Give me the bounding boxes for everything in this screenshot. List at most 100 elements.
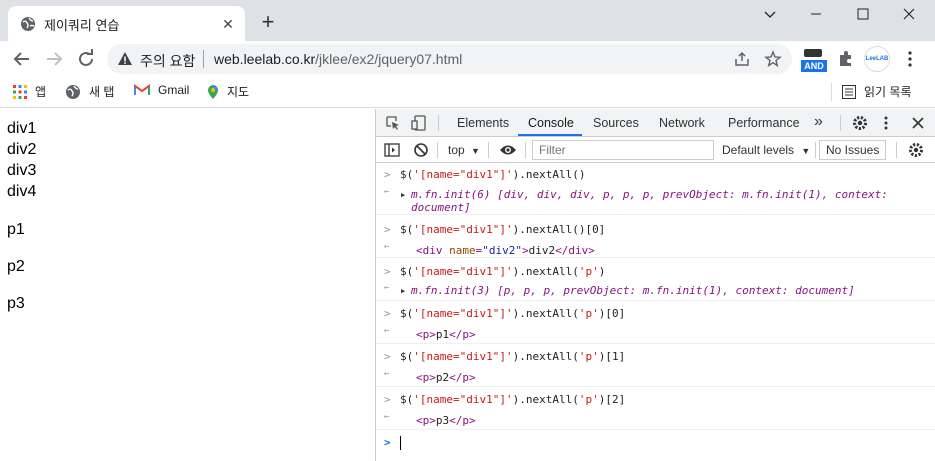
menu-kebab-icon[interactable]: [904, 50, 916, 68]
reading-list[interactable]: 읽기 목록: [842, 83, 912, 100]
maximize-icon[interactable]: [840, 0, 886, 28]
bookmark-gmail[interactable]: Gmail: [134, 83, 189, 97]
close-devtools-icon[interactable]: [912, 117, 924, 129]
tab-network[interactable]: Network: [659, 116, 705, 130]
divider: [437, 142, 438, 158]
context-label: top: [448, 143, 465, 157]
no-issues-button[interactable]: No Issues: [819, 140, 887, 160]
console-toolbar: top ▼ Default levels ▼ No Issues: [376, 137, 935, 163]
console-result-node[interactable]: <p>p2</p>: [416, 371, 476, 384]
console-settings-gear-icon[interactable]: [908, 142, 924, 158]
warning-icon[interactable]: [117, 51, 133, 67]
forward-icon[interactable]: [42, 47, 66, 71]
console-output[interactable]: > $('[name="div1"]').nextAll() ← ▶ m.fn.…: [376, 163, 935, 461]
leelab-profile-icon[interactable]: LeeLAB: [864, 46, 890, 72]
new-tab-icon[interactable]: +: [256, 11, 280, 35]
url-text[interactable]: web.leelab.co.kr/jklee/ex2/jquery07.html: [214, 51, 462, 67]
bookmark-new-tab[interactable]: 새 탭: [65, 83, 114, 100]
devtools-panel: Elements Console Sources Network Perform…: [375, 109, 935, 461]
star-icon[interactable]: [764, 50, 782, 68]
bookmarks-bar: 앱 새 탭 Gmail 지도 읽기 목록: [0, 77, 935, 108]
prompt-icon: >: [384, 223, 391, 236]
p1-text: p1: [7, 221, 25, 238]
bookmark-label: 앱: [35, 85, 47, 99]
devtools-tab-bar: Elements Console Sources Network Perform…: [376, 109, 935, 137]
page-content: div1 div2 div3 div4 p1 p2 p3: [0, 109, 375, 461]
dropdown-icon: ▼: [471, 146, 480, 156]
tab-console[interactable]: Console: [528, 116, 574, 130]
map-pin-icon: [208, 84, 218, 99]
console-command: $('[name="div1"]').nextAll()[0]: [400, 223, 606, 236]
console-entry: > $('[name="div1"]').nextAll('p')[1] ← <…: [376, 345, 935, 387]
console-command: $('[name="div1"]').nextAll(): [400, 168, 586, 181]
and-extension-icon[interactable]: AND: [801, 47, 827, 73]
clear-console-icon[interactable]: [413, 142, 429, 158]
expand-triangle-icon[interactable]: ▶: [401, 287, 405, 295]
prompt-icon: >: [384, 350, 391, 363]
console-entry: > $('[name="div1"]').nextAll()[0] ← <div…: [376, 216, 935, 258]
result-arrow-icon: ←: [384, 326, 390, 336]
close-window-icon[interactable]: [886, 0, 932, 28]
console-result-node[interactable]: <p>p1</p>: [416, 328, 476, 341]
console-result-continued[interactable]: document]: [411, 201, 471, 214]
console-command: $('[name="div1"]').nextAll('p'): [400, 265, 606, 278]
console-command: $('[name="div1"]').nextAll('p')[1]: [400, 350, 626, 363]
globe-icon: [21, 17, 35, 31]
browser-tab[interactable]: 제이쿼리 연습 ✕: [8, 6, 245, 41]
result-arrow-icon: ←: [384, 283, 390, 293]
filter-input[interactable]: [532, 140, 714, 160]
console-entry: > $('[name="div1"]').nextAll('p') ← ▶ m.…: [376, 259, 935, 301]
settings-gear-icon[interactable]: [852, 115, 868, 131]
inspect-element-icon[interactable]: [385, 115, 401, 131]
console-command: $('[name="div1"]').nextAll('p')[2]: [400, 393, 626, 406]
prompt-icon: >: [384, 307, 391, 320]
apps-grid-icon: [13, 84, 27, 99]
bookmark-label: 지도: [227, 85, 250, 99]
divider: [438, 115, 439, 131]
security-label[interactable]: 주의 요함: [140, 51, 195, 71]
more-tabs-icon[interactable]: »: [814, 113, 823, 131]
tab-title: 제이쿼리 연습: [44, 18, 120, 33]
tab-search-icon[interactable]: [747, 0, 793, 28]
address-bar[interactable]: 주의 요함 web.leelab.co.kr/jklee/ex2/jquery0…: [107, 44, 792, 74]
console-result-node[interactable]: <div name="div2">div2</div>: [416, 244, 595, 257]
bookmark-maps[interactable]: 지도: [207, 83, 249, 100]
prompt-icon: >: [384, 168, 391, 181]
console-result[interactable]: m.fn.init(6) [div, div, div, p, p, p, pr…: [411, 188, 888, 201]
console-result-node[interactable]: <p>p3</p>: [416, 414, 476, 427]
p3-text: p3: [7, 295, 25, 312]
tab-elements[interactable]: Elements: [457, 116, 509, 130]
tab-sources[interactable]: Sources: [593, 116, 639, 130]
divider: [203, 50, 204, 68]
minimize-icon[interactable]: [793, 0, 839, 28]
divider: [896, 142, 897, 158]
console-result[interactable]: m.fn.init(3) [p, p, p, prevObject: m.fn.…: [411, 284, 855, 297]
dropdown-icon: ▼: [801, 146, 811, 156]
console-prompt[interactable]: >: [376, 431, 935, 459]
reload-icon[interactable]: [74, 47, 98, 71]
toolbar: 주의 요함 web.leelab.co.kr/jklee/ex2/jquery0…: [0, 41, 935, 77]
extensions-puzzle-icon[interactable]: [837, 50, 855, 68]
p2-text: p2: [7, 258, 25, 275]
devtools-menu-kebab-icon[interactable]: [882, 115, 890, 131]
tab-strip: 제이쿼리 연습 ✕ +: [0, 0, 935, 41]
default-levels-dropdown[interactable]: Default levels ▼: [722, 143, 810, 157]
default-levels-label: Default levels: [722, 143, 795, 157]
globe-icon: [66, 84, 80, 99]
context-selector[interactable]: top ▼: [448, 143, 480, 157]
result-arrow-icon: ←: [384, 412, 390, 422]
sidebar-toggle-icon[interactable]: [384, 142, 400, 158]
active-tab-indicator: [518, 134, 582, 136]
text-caret: [400, 436, 401, 450]
input-prompt-icon: >: [384, 436, 391, 449]
device-toolbar-icon[interactable]: [411, 115, 427, 131]
bookmark-apps[interactable]: 앱: [13, 83, 46, 100]
eye-icon[interactable]: [499, 143, 517, 157]
tab-close-icon[interactable]: ✕: [219, 15, 237, 33]
expand-triangle-icon[interactable]: ▶: [401, 191, 405, 199]
share-icon[interactable]: [733, 50, 751, 68]
back-icon[interactable]: [10, 47, 34, 71]
divider: [840, 115, 841, 131]
tab-performance[interactable]: Performance: [728, 116, 800, 130]
prompt-icon: >: [384, 265, 391, 278]
